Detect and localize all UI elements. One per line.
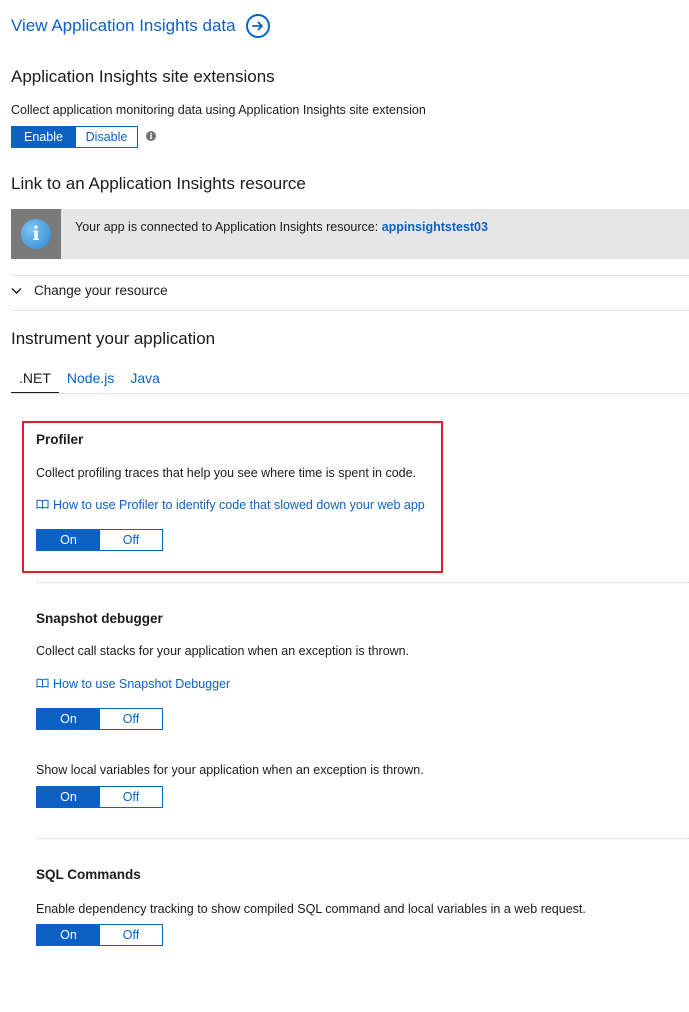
- sql-toggle[interactable]: On Off: [36, 924, 163, 946]
- info-icon: i: [21, 219, 51, 249]
- site-extension-toggle[interactable]: Enable Disable: [11, 126, 138, 148]
- snapshot-doc-link-label[interactable]: How to use Snapshot Debugger: [53, 677, 230, 691]
- tab-nodejs[interactable]: Node.js: [59, 370, 122, 394]
- book-icon: [36, 498, 49, 512]
- profiler-title: Profiler: [36, 432, 84, 447]
- change-resource-expander[interactable]: Change your resource: [11, 283, 168, 298]
- banner-text: Your app is connected to Application Ins…: [75, 220, 382, 234]
- tab-dotnet[interactable]: .NET: [11, 370, 59, 394]
- section-divider: [36, 582, 689, 583]
- instrument-heading: Instrument your application: [11, 329, 216, 348]
- enable-button[interactable]: Enable: [12, 127, 75, 147]
- book-icon: [36, 677, 49, 691]
- divider: [11, 310, 689, 311]
- language-tabs: .NET Node.js Java: [11, 370, 168, 394]
- locals-off-button[interactable]: Off: [100, 787, 162, 807]
- locals-description: Show local variables for your applicatio…: [36, 763, 424, 777]
- arrow-right-circle-icon[interactable]: [245, 14, 270, 38]
- view-app-insights-label[interactable]: View Application Insights data: [11, 16, 236, 36]
- locals-on-button[interactable]: On: [37, 787, 100, 807]
- resource-link[interactable]: appinsightstest03: [382, 220, 488, 234]
- divider: [11, 275, 689, 276]
- snapshot-toggle[interactable]: On Off: [36, 708, 163, 730]
- snapshot-off-button[interactable]: Off: [100, 709, 162, 729]
- site-extensions-description: Collect application monitoring data usin…: [11, 103, 426, 117]
- sql-description: Enable dependency tracking to show compi…: [36, 902, 586, 916]
- locals-toggle[interactable]: On Off: [36, 786, 163, 808]
- profiler-off-button[interactable]: Off: [100, 530, 162, 550]
- connection-banner: i Your app is connected to Application I…: [11, 209, 689, 259]
- tabs-divider: [11, 393, 689, 394]
- sql-off-button[interactable]: Off: [100, 925, 162, 945]
- site-extensions-heading: Application Insights site extensions: [11, 67, 275, 86]
- disable-button[interactable]: Disable: [75, 127, 137, 147]
- profiler-doc-link-label[interactable]: How to use Profiler to identify code tha…: [53, 498, 425, 512]
- tab-java[interactable]: Java: [122, 370, 168, 394]
- profiler-description: Collect profiling traces that help you s…: [36, 466, 417, 480]
- snapshot-doc-link[interactable]: How to use Snapshot Debugger: [36, 677, 230, 691]
- profiler-doc-link[interactable]: How to use Profiler to identify code tha…: [36, 498, 425, 512]
- section-divider: [36, 838, 689, 839]
- snapshot-title: Snapshot debugger: [36, 611, 163, 626]
- view-app-insights-link[interactable]: View Application Insights data: [11, 14, 270, 38]
- sql-on-button[interactable]: On: [37, 925, 100, 945]
- snapshot-on-button[interactable]: On: [37, 709, 100, 729]
- sql-title: SQL Commands: [36, 867, 141, 882]
- banner-icon-box: i: [11, 209, 61, 259]
- chevron-down-icon[interactable]: [11, 283, 22, 298]
- info-icon[interactable]: i: [146, 131, 156, 141]
- banner-message: Your app is connected to Application Ins…: [75, 220, 488, 234]
- change-resource-label[interactable]: Change your resource: [34, 283, 168, 298]
- link-resource-heading: Link to an Application Insights resource: [11, 174, 306, 193]
- profiler-toggle[interactable]: On Off: [36, 529, 163, 551]
- profiler-on-button[interactable]: On: [37, 530, 100, 550]
- snapshot-description: Collect call stacks for your application…: [36, 644, 410, 658]
